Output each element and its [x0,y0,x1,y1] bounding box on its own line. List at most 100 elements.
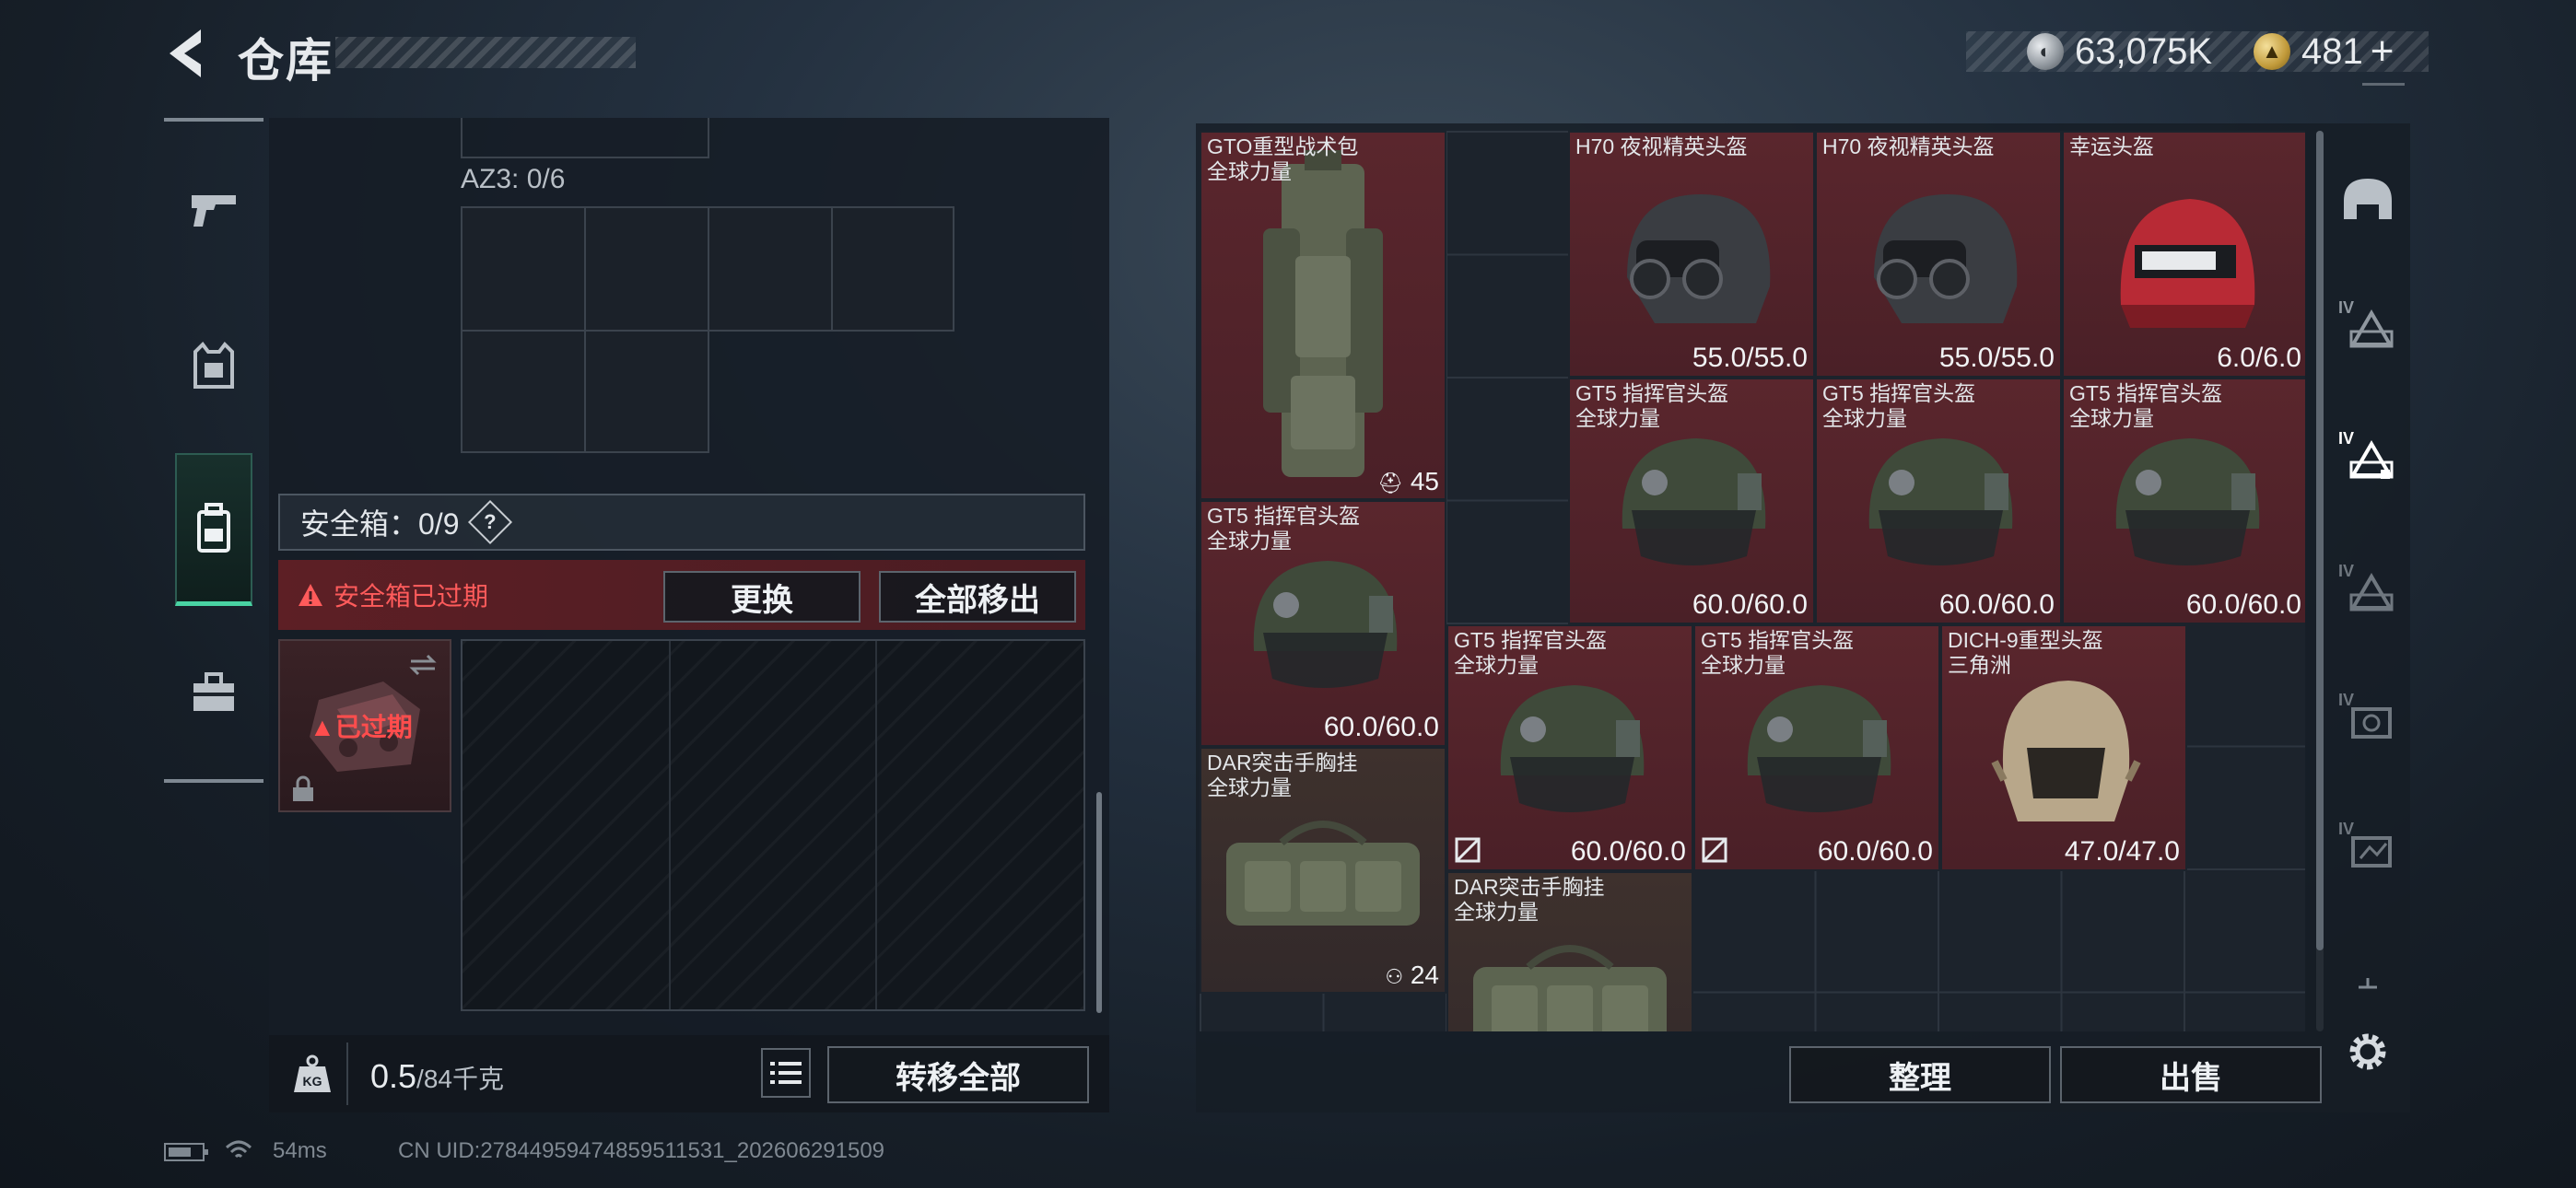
expired-warning-icon: ▲ [310,713,335,741]
inventory-item[interactable]: GTO重型战术包 全球力量 ⛑ 45 [1200,131,1446,500]
commander-helmet-image [1622,438,1766,566]
az3-label: AZ3: 0/6 [461,164,566,194]
rail-bottom-divider [164,779,263,783]
night-vision-helmet-image [1874,194,2018,324]
az3-slot[interactable] [461,206,586,332]
grid-divider [875,641,877,1009]
no-repair-icon [1702,837,1727,863]
item-durability: 60.0/60.0 [1323,712,1439,742]
az3-slot[interactable] [461,330,586,453]
wifi-icon [225,1140,252,1159]
az3-slot[interactable] [584,206,709,332]
gold-currency[interactable]: ▲ 481 + [2254,28,2394,76]
no-repair-icon [1455,837,1481,863]
item-durability: 60.0/60.0 [2185,589,2301,620]
ping-readout: 54ms [273,1138,327,1163]
battery-icon [164,1143,208,1161]
capacity-icon: ⛑ [1377,472,1404,495]
armor-tier-icon: IV [2338,562,2397,617]
item-durability: 55.0/55.0 [1692,343,1808,373]
page-title: 仓库 [238,35,334,87]
weight-kg-icon: KG [294,1054,331,1092]
item-durability: 60.0/60.0 [1570,836,1686,867]
chest-rig-image [1473,945,1667,1031]
help-icon[interactable]: ? [467,499,512,545]
commander-helmet-image [1747,685,1891,813]
gear-icon [2349,1033,2386,1070]
side-tab-level-4-d[interactable]: IV [2331,681,2405,755]
lock-icon [293,775,313,801]
move-all-out-button[interactable]: 全部移出 [879,571,1076,623]
rail-tab-backpack[interactable] [175,453,252,606]
rail-top-divider [164,118,263,122]
armor-tier-icon: IV [2338,820,2397,875]
sort-button[interactable]: 整理 [1789,1046,2051,1103]
svg-text:KG: KG [303,1074,322,1089]
transfer-all-button[interactable]: 转移全部 [827,1046,1089,1103]
backpack-icon [197,502,230,553]
armor-tier-icon: IV [2338,298,2397,354]
sell-button[interactable]: 出售 [2060,1046,2322,1103]
item-durability: 60.0/60.0 [1692,589,1808,620]
inventory-item[interactable]: H70 夜视精英头盔 55.0/55.0 [1568,131,1815,378]
inventory-item[interactable]: GT5 指挥官头盔 全球力量 60.0/60.0 [1200,500,1446,747]
commander-helmet-image [1868,438,2013,566]
inventory-item[interactable]: 幸运头盔 6.0/6.0 [2062,131,2305,378]
armor-vest-icon [193,341,234,389]
toolbox-icon [193,672,234,711]
az3-slot[interactable] [584,330,709,453]
weight-icon-box: KG [278,1042,348,1105]
replace-button[interactable]: 更换 [663,571,861,623]
warning-icon [299,584,322,606]
inventory-item[interactable]: DICH-9重型头盔 三角洲 47.0/47.0 [1940,624,2187,871]
back-arrow-icon[interactable] [164,26,206,81]
settings-button[interactable] [2331,1015,2405,1089]
inventory-item[interactable]: GT5 指挥官头盔 全球力量 60.0/60.0 [1446,624,1693,871]
side-tab-level-4-b[interactable]: IV [2331,420,2405,494]
inventory-item[interactable]: GT5 指挥官头盔 全球力量 60.0/60.0 [1815,378,2062,624]
side-tab-helmet-all[interactable] [2331,162,2405,236]
item-durability: 55.0/55.0 [1938,343,2055,373]
inventory-item[interactable]: GT5 指挥官头盔 全球力量 60.0/60.0 [1568,378,1815,624]
weight-capacity: /84千克 [416,1065,504,1093]
gold-coin-icon: ▲ [2254,33,2290,70]
rail-tab-supplies[interactable] [164,619,263,766]
heavy-helmet-image [1991,681,2141,822]
az3-slot[interactable] [708,206,833,332]
add-currency-button[interactable]: + [2371,29,2395,75]
list-icon [770,1062,802,1084]
inventory-scrollbar[interactable] [2316,131,2324,950]
inventory-item[interactable]: DAR突击手胸挂 全球力量 ⚇ 24 [1200,747,1446,994]
item-durability: 60.0/60.0 [1817,836,1933,867]
swap-icon [409,654,437,676]
safe-box-header: 安全箱：0/9 ? [278,494,1085,551]
inventory-item[interactable]: H70 夜视精英头盔 55.0/55.0 [1815,131,2062,378]
helmet-icon [2344,179,2392,219]
more-tabs-indicator [2355,974,2381,991]
item-capacity: ⚇ 24 [1385,961,1439,989]
user-id: CN UID:27844959474859511531_202606291509 [398,1138,885,1163]
inventory-item[interactable]: GT5 指挥官头盔 全球力量 60.0/60.0 [2062,378,2305,624]
item-durability: 60.0/60.0 [1938,589,2055,620]
tactical-backpack-image [1263,149,1383,477]
safe-box-grid[interactable] [461,639,1085,1011]
side-tab-level-4-c[interactable]: IV [2331,553,2405,626]
left-scrollbar[interactable] [1096,792,1102,1013]
silver-coin-icon: ◐ [2027,33,2064,70]
inventory-item[interactable]: DAR突击手胸挂 全球力量 [1446,871,1693,1031]
az3-slot[interactable] [831,206,954,332]
title-decoration [335,37,636,68]
alert-text: 安全箱已过期 [334,582,489,611]
safe-box-label: 安全箱：0/9 [300,507,460,541]
side-tab-level-4-e[interactable]: IV [2331,810,2405,884]
inventory-item[interactable]: GT5 指挥官头盔 全球力量 60.0/60.0 [1693,624,1940,871]
inventory-grid[interactable]: GTO重型战术包 全球力量 ⛑ 45 H70 夜视精英头盔 55.0/55.0 H… [1200,131,2305,1031]
rail-tab-armor[interactable] [164,293,263,440]
side-tab-level-4-a[interactable]: IV [2331,289,2405,363]
item-durability: 47.0/47.0 [2064,836,2180,867]
red-helmet-image [2120,199,2255,329]
rail-tab-weapon[interactable] [164,136,263,284]
list-view-button[interactable] [761,1048,811,1098]
commander-helmet-image [2115,438,2260,566]
container-slot-partial[interactable] [461,118,709,158]
